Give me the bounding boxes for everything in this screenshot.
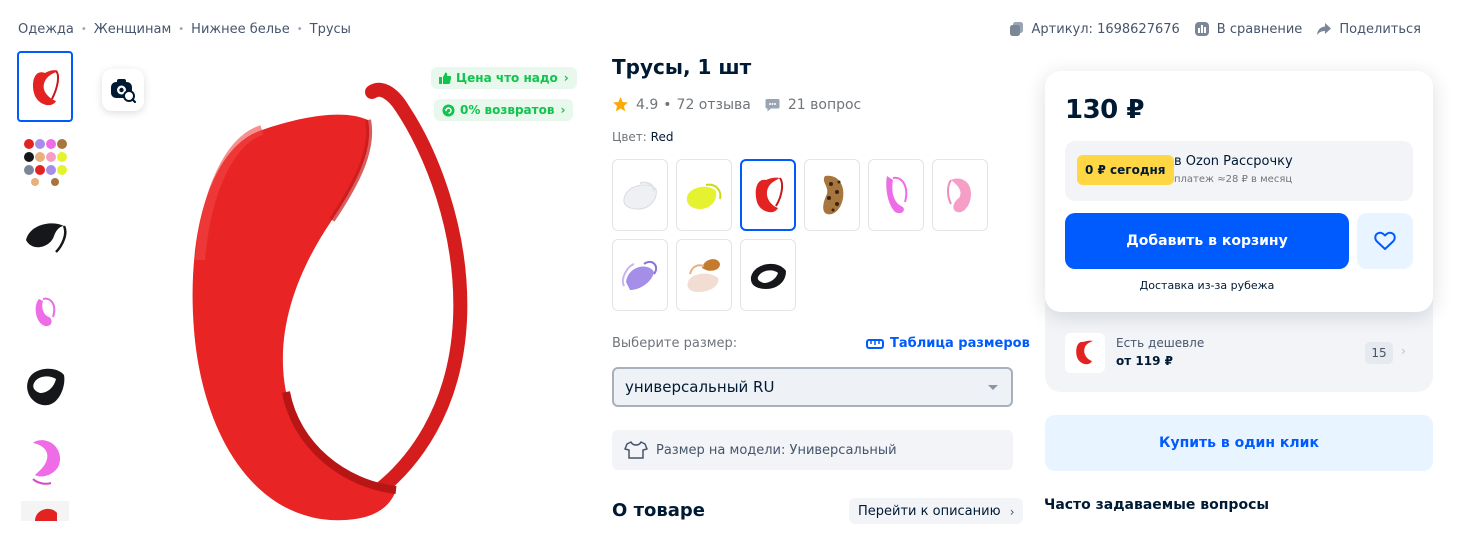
- thumbnail[interactable]: [17, 126, 73, 197]
- breadcrumb-separator: •: [80, 24, 87, 35]
- share-icon: [1317, 23, 1332, 35]
- chevron-right-icon: ›: [560, 103, 566, 117]
- ruler-icon: [866, 338, 884, 349]
- return-icon: [442, 104, 455, 116]
- sku-button[interactable]: Артикул: 1698627676: [1009, 21, 1180, 37]
- thumbnail[interactable]: [17, 426, 73, 497]
- returns-badge[interactable]: 0% возвратов ›: [434, 99, 574, 121]
- size-select[interactable]: универсальный RU: [612, 367, 1013, 407]
- thumbs-up-icon: [439, 72, 451, 84]
- compare-icon: [1194, 22, 1209, 36]
- returns-label: 0% возвратов: [460, 103, 555, 117]
- color-swatch-selected[interactable]: [740, 159, 796, 231]
- chevron-right-icon: ›: [1009, 505, 1015, 519]
- breadcrumb-item[interactable]: Женщинам: [94, 22, 171, 37]
- breadcrumb: Одежда • Женщинам • Нижнее белье • Трусы: [18, 22, 351, 37]
- favorite-button[interactable]: [1357, 213, 1413, 269]
- chat-bubble-icon: [765, 98, 780, 111]
- share-label: Поделиться: [1339, 21, 1421, 37]
- rating-value: 4.9: [636, 96, 659, 113]
- buy-one-click-button[interactable]: Купить в один клик: [1045, 415, 1433, 471]
- thumbnail[interactable]: [17, 201, 73, 272]
- compare-button[interactable]: В сравнение: [1194, 21, 1303, 37]
- rating-row: 4.9 • 72 отзыва 21 вопрос: [612, 96, 861, 113]
- to-description-label: Перейти к описанию: [858, 503, 1001, 519]
- color-swatch[interactable]: [932, 159, 988, 231]
- heart-icon: [1374, 231, 1396, 250]
- add-to-cart-button[interactable]: Добавить в корзину: [1065, 213, 1349, 269]
- caret-down-icon: [988, 385, 998, 390]
- size-label: Выберите размер:: [612, 336, 738, 351]
- color-swatch[interactable]: [804, 159, 860, 231]
- breadcrumb-item[interactable]: Нижнее белье: [191, 22, 290, 37]
- delivery-info: Доставка из-за рубежа: [1139, 279, 1275, 292]
- model-size-info: Размер на модели: Универсальный: [612, 430, 1013, 470]
- color-swatch[interactable]: [868, 159, 924, 231]
- share-button[interactable]: Поделиться: [1316, 21, 1421, 37]
- color-swatch[interactable]: [676, 159, 732, 231]
- size-table-label: Таблица размеров: [890, 336, 1030, 351]
- questions-label: 21 вопрос: [787, 96, 862, 113]
- price: 130 ₽: [1065, 95, 1144, 125]
- chevron-right-icon: ›: [1401, 344, 1406, 358]
- good-price-label: Цена что надо: [456, 71, 558, 85]
- size-table-link[interactable]: Таблица размеров: [866, 336, 1030, 351]
- faq-title: Часто задаваемые вопросы: [1044, 497, 1270, 513]
- installment-title: в Ozon Рассрочку: [1174, 154, 1293, 169]
- color-swatch[interactable]: [612, 159, 668, 231]
- about-title: О товаре: [612, 500, 705, 521]
- questions-link[interactable]: 21 вопрос: [765, 97, 861, 113]
- to-description-button[interactable]: Перейти к описанию ›: [849, 498, 1023, 524]
- chevron-right-icon: ›: [563, 71, 569, 85]
- breadcrumb-item[interactable]: Одежда: [18, 22, 74, 37]
- sku-label: Артикул: 1698627676: [1031, 21, 1180, 37]
- installment-subtitle: платеж ≈28 ₽ в месяц: [1174, 174, 1293, 185]
- color-swatches: [612, 159, 996, 319]
- compare-label: В сравнение: [1216, 21, 1303, 37]
- tshirt-icon: [624, 441, 648, 459]
- thumbnail[interactable]: [17, 276, 73, 347]
- thumbnail[interactable]: [17, 51, 73, 122]
- color-value: Red: [650, 130, 674, 144]
- breadcrumb-item[interactable]: Трусы: [310, 22, 351, 37]
- star-icon: [613, 97, 628, 112]
- color-swatch[interactable]: [740, 239, 796, 311]
- color-swatch[interactable]: [612, 239, 668, 311]
- color-label-text: Цвет:: [612, 130, 647, 144]
- cheaper-count: 15: [1365, 342, 1393, 364]
- breadcrumb-separator: •: [178, 24, 185, 35]
- size-select-value: универсальный RU: [625, 378, 775, 396]
- breadcrumb-separator: •: [296, 24, 303, 35]
- cheaper-thumbnail: [1065, 333, 1105, 373]
- good-price-badge[interactable]: Цена что надо ›: [431, 67, 577, 89]
- color-label: Цвет: Red: [612, 130, 673, 144]
- reviews-link[interactable]: 72 отзыва: [677, 97, 751, 113]
- copy-icon: [1009, 22, 1023, 36]
- thumbnail[interactable]: [17, 501, 73, 521]
- thumbnail-list: [17, 51, 73, 525]
- installment-block[interactable]: 0 ₽ сегодня в Ozon Рассрочку платеж ≈28 …: [1065, 141, 1413, 201]
- thumbnail[interactable]: [17, 351, 73, 422]
- rating-separator: •: [663, 96, 672, 113]
- installment-pill: 0 ₽ сегодня: [1077, 155, 1174, 185]
- cheaper-price: от 119 ₽: [1116, 354, 1173, 368]
- model-size-text: Размер на модели: Универсальный: [656, 442, 897, 458]
- product-title: Трусы, 1 шт: [612, 55, 752, 79]
- color-swatch[interactable]: [676, 239, 732, 311]
- product-main-image[interactable]: [100, 55, 580, 535]
- top-actions: Артикул: 1698627676 В сравнение Поделить…: [995, 21, 1421, 37]
- cheaper-label: Есть дешевле: [1116, 336, 1205, 350]
- buy-card: 130 ₽ 0 ₽ сегодня в Ozon Рассрочку плате…: [1045, 71, 1433, 312]
- cheaper-offer[interactable]: Есть дешевле от 119 ₽ 15 ›: [1065, 333, 1413, 373]
